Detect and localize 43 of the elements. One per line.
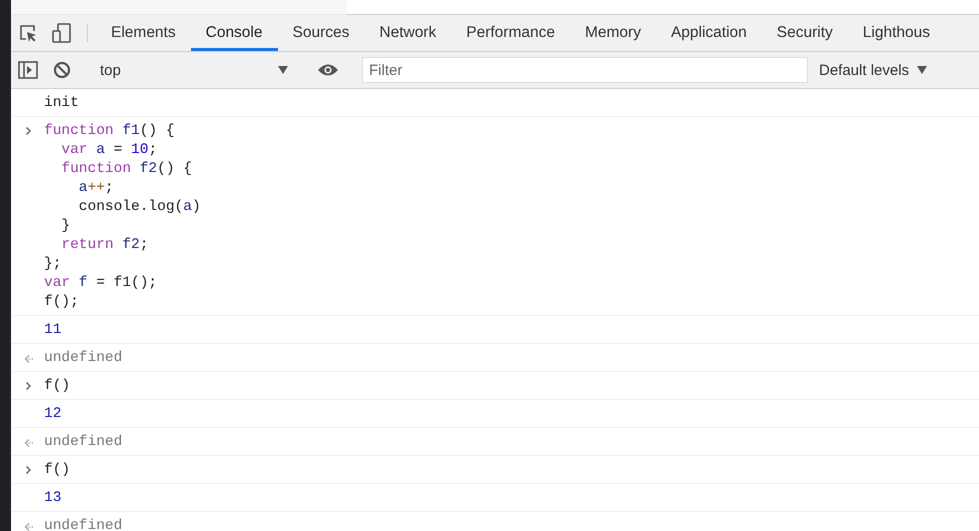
code-line: a++; bbox=[78, 179, 115, 198]
panel-tab[interactable]: Network bbox=[364, 18, 452, 51]
code-line: }; bbox=[44, 255, 62, 274]
panel-tab[interactable]: Performance bbox=[451, 18, 570, 51]
clear-console-icon[interactable] bbox=[53, 61, 71, 79]
eye-icon[interactable] bbox=[317, 63, 339, 77]
result-value: undefined bbox=[44, 349, 122, 368]
chevron-icon bbox=[25, 126, 32, 136]
panel-tab[interactable]: Application bbox=[656, 18, 762, 51]
result-arrow-icon bbox=[24, 522, 34, 531]
code-line: f(); bbox=[44, 293, 80, 312]
context-selector[interactable]: top bbox=[96, 56, 294, 84]
chevron-icon bbox=[25, 465, 32, 475]
chevron-icon bbox=[25, 381, 32, 391]
code-line: return f2; bbox=[60, 236, 150, 255]
log-number: 11 bbox=[44, 321, 62, 340]
sidebar-toggle-icon[interactable] bbox=[18, 61, 38, 79]
filter-field[interactable]: Filter bbox=[362, 57, 808, 83]
panel-tab[interactable]: Sources bbox=[278, 18, 364, 51]
log-number: 12 bbox=[44, 405, 62, 424]
log-number: 13 bbox=[44, 489, 62, 508]
panel-tab[interactable]: Elements bbox=[96, 18, 191, 51]
result-value: undefined bbox=[44, 433, 122, 452]
dropdown-caret-icon bbox=[917, 66, 928, 74]
code-line: f() bbox=[44, 461, 70, 480]
result-arrow-icon bbox=[24, 354, 34, 364]
inspect-element-icon[interactable] bbox=[18, 23, 38, 43]
levels-dropdown[interactable]: Default levels bbox=[819, 62, 928, 78]
code-line: function f1() { bbox=[44, 122, 176, 141]
code-line: console.log(a) bbox=[78, 198, 201, 217]
panel-tab[interactable]: Lighthous bbox=[848, 18, 946, 51]
panel-tab[interactable]: Memory bbox=[570, 18, 656, 51]
panel-tab[interactable]: Security bbox=[762, 18, 848, 51]
device-toolbar-icon[interactable] bbox=[51, 22, 73, 44]
result-arrow-icon bbox=[24, 438, 34, 448]
code-line: } bbox=[60, 217, 72, 236]
code-line: f() bbox=[44, 377, 70, 396]
log-message: init bbox=[44, 94, 79, 113]
code-line: var f = f1(); bbox=[44, 274, 158, 293]
code-line: function f2() { bbox=[60, 160, 193, 179]
result-value: undefined bbox=[44, 517, 122, 531]
dropdown-caret-icon bbox=[278, 66, 288, 74]
code-line: var a = 10; bbox=[60, 141, 158, 160]
